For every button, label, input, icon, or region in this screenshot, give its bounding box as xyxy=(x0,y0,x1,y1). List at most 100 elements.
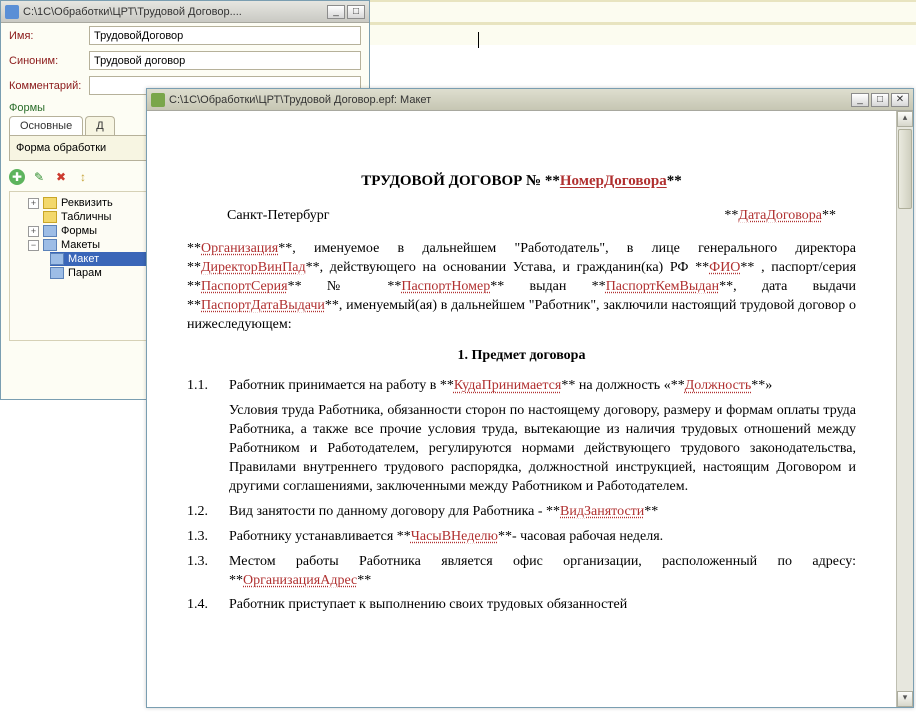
date-pre: ** xyxy=(724,208,738,223)
win1-maximize-button[interactable]: □ xyxy=(347,5,365,19)
doc-title: ТРУДОВОЙ ДОГОВОР № **НомерДоговора** xyxy=(177,171,866,191)
where-template: КудаПринимается xyxy=(454,378,561,393)
tab-main[interactable]: Основные xyxy=(9,116,83,135)
tree-label: Реквизить xyxy=(61,197,113,209)
move-button[interactable]: ↕ xyxy=(75,169,91,185)
position-template: Должность xyxy=(685,378,752,393)
win1-titlebar[interactable]: C:\1С\Обработки\ЦРТ\Трудовой Договор....… xyxy=(1,1,369,23)
doc-wrap: ТРУДОВОЙ ДОГОВОР № **НомерДоговора** Сан… xyxy=(147,111,913,707)
passport-series-template: ПаспортСерия xyxy=(201,279,288,294)
template-icon xyxy=(50,267,64,279)
t: **» xyxy=(751,378,772,393)
item-text: Условия труда Работника, обязанности сто… xyxy=(229,402,856,496)
scroll-up-button[interactable]: ▴ xyxy=(897,111,913,127)
item-1-2: 1.2. Вид занятости по данному договору д… xyxy=(187,503,856,522)
date-field: **ДатаДоговора** xyxy=(724,207,836,226)
t: ** выдан ** xyxy=(490,279,605,294)
t: Вид занятости по данному договору для Ра… xyxy=(229,504,560,519)
win2-minimize-button[interactable]: _ xyxy=(851,93,869,107)
folder-icon xyxy=(43,225,57,237)
t: **- часовая рабочая неделя. xyxy=(498,529,663,544)
t: ** № ** xyxy=(288,279,402,294)
scroll-thumb[interactable] xyxy=(898,129,912,209)
t: ** xyxy=(644,504,658,519)
win1-title: C:\1С\Обработки\ЦРТ\Трудовой Договор.... xyxy=(23,6,242,18)
item-text: Работник принимается на работу в **КудаП… xyxy=(229,377,856,396)
item-1-3b: 1.3. Местом работы Работника является оф… xyxy=(187,553,856,591)
expand-icon[interactable]: + xyxy=(28,226,39,237)
win2-maximize-button[interactable]: □ xyxy=(871,93,889,107)
hours-template: ЧасыВНеделю xyxy=(411,529,498,544)
panel-text: Форма обработки xyxy=(16,142,106,154)
delete-button[interactable]: ✖ xyxy=(53,169,69,185)
tree-label: Макет xyxy=(68,253,99,265)
passport-num-template: ПаспортНомер xyxy=(401,279,490,294)
document-area[interactable]: ТРУДОВОЙ ДОГОВОР № **НомерДоговора** Сан… xyxy=(147,111,896,707)
org-template: Организация xyxy=(201,241,278,256)
document-window: C:\1С\Обработки\ЦРТ\Трудовой Договор.epf… xyxy=(146,88,914,708)
win1-minimize-button[interactable]: _ xyxy=(327,5,345,19)
city-label: Санкт-Петербург xyxy=(227,207,329,226)
employment-type-template: ВидЗанятости xyxy=(560,504,644,519)
item-1-1-para: Условия труда Работника, обязанности сто… xyxy=(187,402,856,496)
director-template: ДиректорВинПад xyxy=(201,260,306,275)
tab-second[interactable]: Д xyxy=(85,116,114,135)
win2-titlebar[interactable]: C:\1С\Обработки\ЦРТ\Трудовой Договор.epf… xyxy=(147,89,913,111)
tree-label: Парам xyxy=(68,267,102,279)
tree-label: Макеты xyxy=(61,239,100,251)
win2-title: C:\1С\Обработки\ЦРТ\Трудовой Договор.epf… xyxy=(169,94,431,106)
passport-date-template: ПаспортДатаВыдачи xyxy=(201,298,325,313)
comment-label: Комментарий: xyxy=(9,80,89,92)
vertical-scrollbar[interactable]: ▴ ▾ xyxy=(896,111,913,707)
t: ** на должность «** xyxy=(561,378,684,393)
date-template: ДатаДоговора xyxy=(738,208,822,223)
date-post: ** xyxy=(822,208,836,223)
synonym-label: Синоним: xyxy=(9,55,89,67)
spacer-icon xyxy=(28,212,39,223)
item-num: 1.1. xyxy=(187,377,229,396)
item-num: 1.3. xyxy=(187,553,229,591)
synonym-input[interactable] xyxy=(89,51,361,70)
t: **, действующего на основании Устава, и … xyxy=(306,260,710,275)
item-1-3: 1.3. Работнику устанавливается **ЧасыВНе… xyxy=(187,528,856,547)
item-1-4: 1.4. Работник приступает к выполнению св… xyxy=(187,596,856,615)
document-content: ТРУДОВОЙ ДОГОВОР № **НомерДоговора** Сан… xyxy=(177,171,866,615)
scroll-down-button[interactable]: ▾ xyxy=(897,691,913,707)
text-caret xyxy=(478,32,479,48)
name-label: Имя: xyxy=(9,30,89,42)
add-button[interactable]: ✚ xyxy=(9,169,25,185)
item-1-1: 1.1. Работник принимается на работу в **… xyxy=(187,377,856,396)
org-address-template: ОрганизацияАдрес xyxy=(243,573,357,588)
edit-button[interactable]: ✎ xyxy=(31,169,47,185)
title-template: НомерДоговора xyxy=(560,173,667,189)
app-icon xyxy=(5,5,19,19)
t: ** xyxy=(357,573,371,588)
city-date-row: Санкт-Петербург **ДатаДоговора** xyxy=(227,207,836,226)
passport-issuer-template: ПаспортКемВыдан xyxy=(606,279,719,294)
item-text: Вид занятости по данному договору для Ра… xyxy=(229,503,856,522)
expand-icon[interactable]: + xyxy=(28,198,39,209)
item-text: Работник приступает к выполнению своих т… xyxy=(229,596,856,615)
section-1-title: 1. Предмет договора xyxy=(177,347,866,366)
fio-template: ФИО xyxy=(709,260,740,275)
intro-paragraph: **Организация**, именуемое в дальнейшем … xyxy=(187,240,856,334)
folder-icon xyxy=(43,239,57,251)
template-icon xyxy=(50,253,64,265)
title-pre: ТРУДОВОЙ ДОГОВОР № ** xyxy=(361,173,560,189)
tree-label: Формы xyxy=(61,225,97,237)
item-num: 1.2. xyxy=(187,503,229,522)
item-text: Работнику устанавливается **ЧасыВНеделю*… xyxy=(229,528,856,547)
t: Работнику устанавливается ** xyxy=(229,529,411,544)
folder-icon xyxy=(43,211,57,223)
item-num-empty xyxy=(187,402,229,496)
doc-app-icon xyxy=(151,93,165,107)
ruler-area xyxy=(370,0,916,45)
item-text: Местом работы Работника является офис ор… xyxy=(229,553,856,591)
win2-close-button[interactable]: ✕ xyxy=(891,93,909,107)
item-num: 1.3. xyxy=(187,528,229,547)
title-post: ** xyxy=(667,173,682,189)
collapse-icon[interactable]: − xyxy=(28,240,39,251)
folder-icon xyxy=(43,197,57,209)
name-row: Имя: xyxy=(1,23,369,48)
name-input[interactable] xyxy=(89,26,361,45)
